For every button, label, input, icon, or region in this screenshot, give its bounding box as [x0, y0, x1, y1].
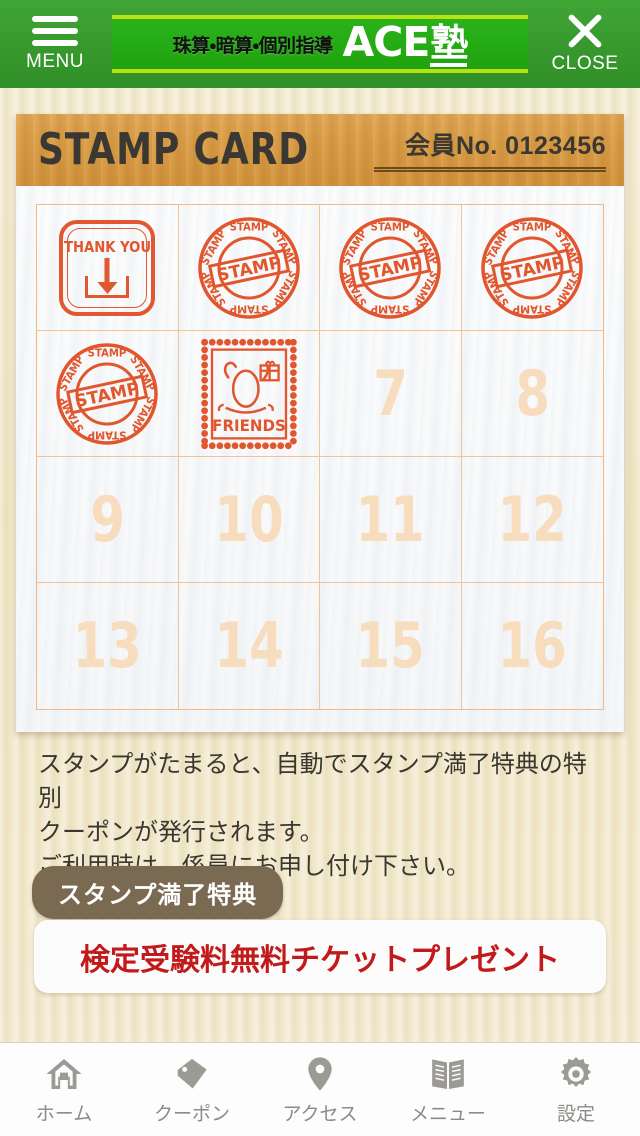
- stamp-cell-number: 12: [497, 482, 567, 556]
- description-line-1: スタンプがたまると、自動でスタンプ満了特典の特別: [38, 751, 587, 813]
- reward-text: 検定受験料無料チケットプレゼント: [80, 943, 560, 977]
- stamp-seal-icon: STAMP STAMP STAMP STAMP STAMP STAMP STAMP: [197, 216, 301, 320]
- nav-item-label: メニュー: [409, 1104, 486, 1125]
- close-button-label: CLOSE: [551, 52, 619, 74]
- stamp-cell-6[interactable]: FRIENDS: [178, 331, 320, 457]
- close-button[interactable]: CLOSE: [530, 0, 640, 88]
- nav-item-label: クーポン: [153, 1104, 230, 1125]
- stamp-seal-icon: STAMP STAMP STAMP STAMP STAMP STAMP STAMP: [480, 216, 584, 320]
- svg-text:STAMP: STAMP: [88, 428, 127, 440]
- stamp-cell-5[interactable]: STAMP STAMP STAMP STAMP STAMP STAMP STAMP: [37, 331, 179, 457]
- nav-item-book[interactable]: メニュー: [384, 1043, 512, 1136]
- member-number-block: 会員No. 0123456: [374, 126, 606, 174]
- stamp-seal-icon: STAMP STAMP STAMP STAMP STAMP STAMP STAMP: [55, 342, 159, 446]
- thank-you-stamp-icon: THANK YOU: [59, 219, 156, 316]
- stamp-cell-1[interactable]: THANK YOU: [37, 205, 179, 331]
- book-icon: [427, 1053, 469, 1095]
- thank-you-stamp-label: THANK YOU: [63, 237, 151, 256]
- nav-item-label: ホーム: [35, 1104, 93, 1125]
- nav-item-tag[interactable]: クーポン: [128, 1043, 256, 1136]
- svg-text:STAMP: STAMP: [371, 302, 410, 314]
- stamp-cell-4[interactable]: STAMP STAMP STAMP STAMP STAMP STAMP STAMP: [461, 205, 603, 331]
- stamp-cell-number: 11: [355, 482, 425, 556]
- reward-box[interactable]: 検定受験料無料チケットプレゼント: [34, 920, 606, 993]
- stamp-cell-11[interactable]: 11: [320, 457, 462, 583]
- stamp-cell-15[interactable]: 15: [320, 583, 462, 709]
- stamp-cell-number: 13: [72, 609, 142, 682]
- stamp-cell-16[interactable]: 16: [462, 583, 604, 709]
- svg-text:STAMP: STAMP: [88, 347, 127, 359]
- member-number-underline: [374, 167, 606, 172]
- menu-button[interactable]: MENU: [0, 0, 110, 88]
- stamp-cell-number: 8: [514, 356, 550, 430]
- description-text: スタンプがたまると、自動でスタンプ満了特典の特別 クーポンが発行されます。 ご利…: [38, 748, 608, 884]
- stamp-card: STAMP CARD 会員No. 0123456 THANK YOU STAMP S…: [16, 114, 624, 732]
- stamp-grid: THANK YOU STAMP STAMP STAMP STAMP STAMP STAMP S…: [36, 204, 604, 710]
- nav-item-gear[interactable]: 設定: [512, 1043, 640, 1136]
- stamp-card-header: STAMP CARD 会員No. 0123456: [16, 114, 624, 186]
- download-tray-icon: [81, 257, 133, 298]
- stamp-cell-2[interactable]: STAMP STAMP STAMP STAMP STAMP STAMP STAMP: [178, 205, 320, 331]
- stamp-cell-10[interactable]: 10: [178, 457, 320, 583]
- member-number: 会員No. 0123456: [404, 132, 606, 160]
- brand-logo[interactable]: 珠算・暗算・個別指導 ACE 塾: [112, 15, 528, 73]
- stamp-cell-number: 16: [497, 609, 567, 682]
- stamp-cell-number: 10: [214, 482, 284, 556]
- svg-text:FRIENDS: FRIENDS: [212, 416, 286, 434]
- brand-tagline: 珠算・暗算・個別指導: [172, 35, 333, 57]
- description-line-2: クーポンが発行されます。: [38, 819, 324, 847]
- stamp-cell-12[interactable]: 12: [461, 457, 603, 583]
- nav-item-label: 設定: [556, 1104, 595, 1125]
- brand-name: ACE 塾: [342, 17, 468, 67]
- location-pin-icon: [299, 1053, 341, 1095]
- hamburger-icon: [32, 15, 78, 46]
- bottom-navigation: ホーム クーポン アクセス メニュー 設定: [0, 1042, 640, 1136]
- stamp-cell-number: 7: [372, 356, 408, 430]
- nav-item-label: アクセス: [282, 1104, 358, 1125]
- gear-icon: [555, 1053, 597, 1095]
- home-icon: [43, 1053, 85, 1095]
- svg-text:STAMP: STAMP: [229, 302, 268, 314]
- page-title: STAMP CARD: [38, 124, 309, 175]
- stamp-card-body: THANK YOU STAMP STAMP STAMP STAMP STAMP STAMP S…: [16, 186, 624, 732]
- close-x-icon: [565, 12, 605, 49]
- brand-name-en: ACE: [342, 17, 431, 66]
- svg-text:STAMP: STAMP: [513, 221, 552, 233]
- stamp-cell-3[interactable]: STAMP STAMP STAMP STAMP STAMP STAMP STAMP: [320, 205, 462, 331]
- stamp-cell-number: 9: [89, 482, 125, 556]
- stamp-cell-number: 14: [214, 609, 284, 682]
- stamp-seal-icon: STAMP STAMP STAMP STAMP STAMP STAMP STAMP: [338, 216, 442, 320]
- nav-item-home[interactable]: ホーム: [0, 1043, 128, 1136]
- stamp-cell-13[interactable]: 13: [37, 583, 179, 709]
- stamp-cell-14[interactable]: 14: [179, 583, 320, 709]
- svg-text:STAMP: STAMP: [229, 221, 268, 233]
- menu-button-label: MENU: [26, 50, 84, 72]
- stamp-cell-7[interactable]: 7: [320, 331, 462, 457]
- stamp-cell-number: 15: [355, 609, 425, 682]
- app-header: MENU 珠算・暗算・個別指導 ACE 塾 CLOSE: [0, 0, 640, 88]
- tag-icon: [171, 1053, 213, 1095]
- reward-badge: スタンプ満了特典: [32, 866, 284, 919]
- stamp-cell-8[interactable]: 8: [461, 331, 603, 457]
- svg-text:STAMP: STAMP: [371, 221, 410, 233]
- svg-text:STAMP: STAMP: [513, 302, 552, 314]
- brand-name-jp: 塾: [430, 20, 468, 67]
- nav-item-location-pin[interactable]: アクセス: [256, 1043, 384, 1136]
- stamp-cell-9[interactable]: 9: [37, 457, 179, 583]
- friends-stamp-icon: FRIENDS: [200, 338, 298, 450]
